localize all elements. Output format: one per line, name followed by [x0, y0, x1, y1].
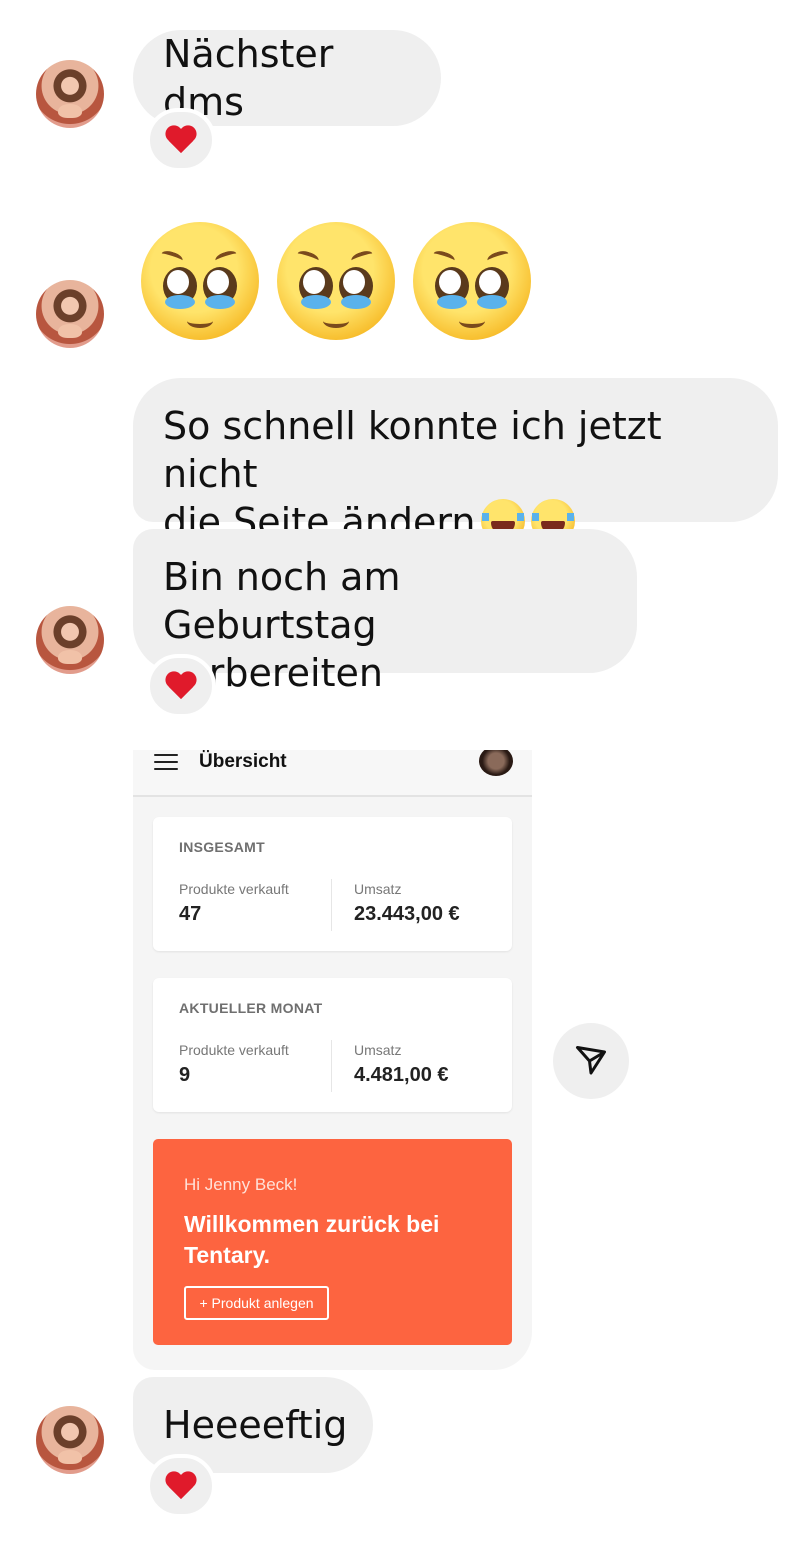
- avatar[interactable]: [36, 1406, 104, 1474]
- pleading-face-emoji[interactable]: [277, 222, 395, 340]
- send-icon: [576, 1046, 606, 1075]
- heart-icon: [166, 1472, 196, 1500]
- greeting: Hi Jenny Beck!: [184, 1175, 298, 1194]
- avatar[interactable]: [36, 280, 104, 348]
- products-sold-label: Produkte verkauft: [179, 881, 289, 897]
- screenshot-header: Übersicht: [133, 750, 532, 797]
- heart-reaction[interactable]: [146, 108, 216, 172]
- revenue-label: Umsatz: [354, 881, 402, 897]
- shared-screenshot[interactable]: Übersicht INSGESAMT Produkte verkauft 47…: [133, 750, 532, 1370]
- share-button[interactable]: [553, 1023, 629, 1099]
- divider: [331, 1040, 332, 1092]
- heart-icon: [166, 126, 196, 154]
- revenue-label: Umsatz: [354, 1042, 402, 1058]
- stats-card-month: AKTUELLER MONAT Produkte verkauft 9 Umsa…: [153, 978, 512, 1112]
- pleading-face-emoji[interactable]: [141, 222, 259, 340]
- avatar[interactable]: [36, 606, 104, 674]
- message-bubble[interactable]: Bin noch am Geburtstag vorbereiten: [133, 529, 637, 695]
- heart-icon: [166, 672, 196, 700]
- revenue-value: 4.481,00 €: [354, 1064, 449, 1086]
- avatar: [479, 750, 513, 776]
- menu-icon: [154, 754, 178, 770]
- products-sold-value: 9: [179, 1064, 191, 1086]
- stats-card-total: INSGESAMT Produkte verkauft 47 Umsatz 23…: [153, 817, 512, 951]
- welcome-banner: Hi Jenny Beck! Willkommen zurück bei Ten…: [153, 1139, 512, 1345]
- screenshot-title: Übersicht: [199, 751, 287, 772]
- card-caption: INSGESAMT: [179, 839, 265, 855]
- message-text: Heeeeftig: [163, 1403, 348, 1447]
- pleading-face-emoji[interactable]: [413, 222, 531, 340]
- message-text-line: Bin noch am Geburtstag: [163, 555, 401, 647]
- divider: [331, 879, 332, 931]
- welcome-headline: Willkommen zurück bei Tentary.: [184, 1211, 440, 1268]
- products-sold-label: Produkte verkauft: [179, 1042, 289, 1058]
- revenue-value: 23.443,00 €: [354, 903, 460, 925]
- message-text-line: vorbereiten: [163, 651, 383, 695]
- message-text-line: So schnell konnte ich jetzt nicht: [163, 404, 662, 496]
- products-sold-value: 47: [179, 903, 202, 925]
- heart-reaction[interactable]: [146, 654, 216, 718]
- card-caption: AKTUELLER MONAT: [179, 1000, 323, 1016]
- heart-reaction[interactable]: [146, 1454, 216, 1518]
- avatar[interactable]: [36, 60, 104, 128]
- add-product-button: + Produkt anlegen: [184, 1286, 329, 1320]
- message-bubble[interactable]: So schnell konnte ich jetzt nicht die Se…: [133, 378, 778, 544]
